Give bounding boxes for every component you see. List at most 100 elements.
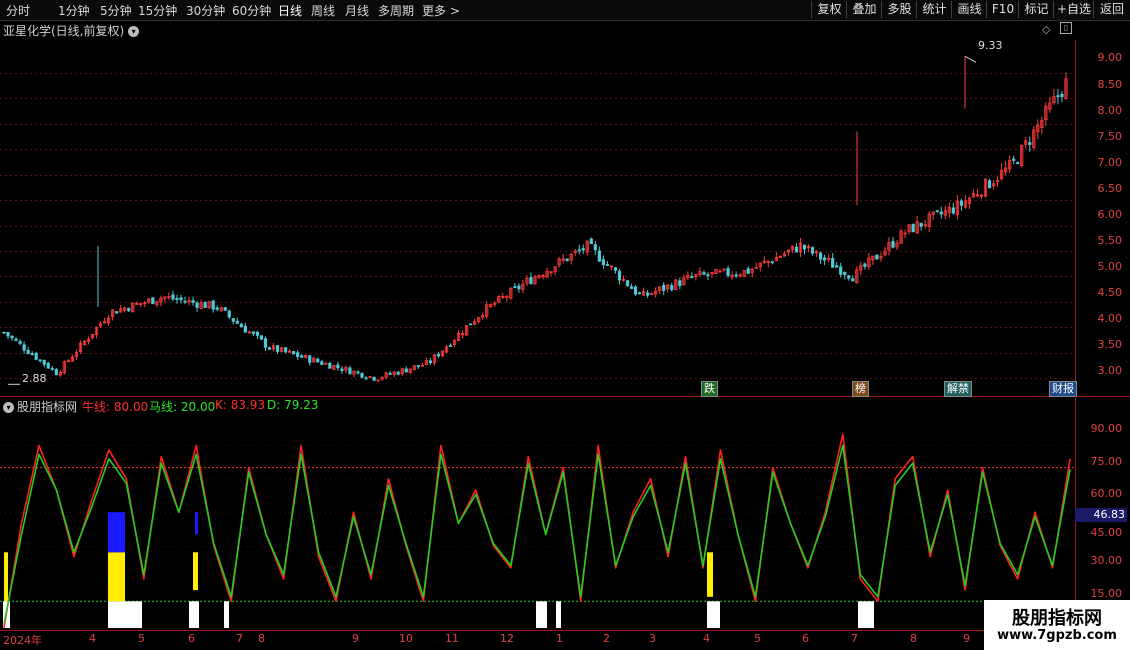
event-marker-report[interactable]: 财报 xyxy=(1049,381,1077,397)
indicator-tick: 45.00 xyxy=(1090,526,1123,539)
signal-bar xyxy=(556,601,561,628)
candle-body xyxy=(239,323,243,328)
candle-body xyxy=(670,285,674,291)
candle-body xyxy=(513,286,517,289)
candle-body xyxy=(267,347,272,350)
indicator-name: 股朋指标网 xyxy=(17,400,78,414)
event-marker-unlock[interactable]: 解禁 xyxy=(944,381,972,397)
candle-body xyxy=(529,277,533,285)
bull-line-label: 牛线: 80.00 xyxy=(82,400,149,414)
price-tick: 4.50 xyxy=(1097,286,1123,299)
candle-body xyxy=(416,365,420,367)
price-tick: 3.50 xyxy=(1097,338,1123,351)
candle-body xyxy=(275,345,280,353)
candle-body xyxy=(810,247,815,254)
event-marker-fall[interactable]: 跌 xyxy=(701,381,718,397)
candle-body xyxy=(195,302,199,308)
month-label: 6 xyxy=(802,632,809,645)
yellow-signal-block xyxy=(707,552,713,597)
candle-body xyxy=(223,307,227,311)
candle-body xyxy=(34,352,38,360)
month-label: 5 xyxy=(138,632,145,645)
watermark-url: www.7gpzb.com xyxy=(997,628,1117,643)
candle-body xyxy=(726,268,730,276)
candle-body xyxy=(38,359,42,362)
candle-body xyxy=(577,249,581,252)
candle-body xyxy=(259,335,264,340)
candle-body xyxy=(662,284,666,291)
candle-body xyxy=(633,286,638,295)
candle-body xyxy=(613,267,618,271)
candle-body xyxy=(316,358,320,363)
candle-body xyxy=(770,261,774,264)
signal-bar xyxy=(224,601,229,628)
low-price-label: 2.88 xyxy=(22,372,47,385)
candlestick-chart xyxy=(0,55,1130,631)
d-value-label: D: 79.23 xyxy=(267,398,319,412)
month-label: 9 xyxy=(352,632,359,645)
candle-body xyxy=(911,223,915,233)
price-tick: 8.50 xyxy=(1097,78,1123,91)
high-price-label: 9.33 xyxy=(978,39,1003,52)
candle-body xyxy=(843,272,847,276)
candle-body xyxy=(593,244,597,251)
candle-body xyxy=(823,257,827,261)
candle-body xyxy=(127,308,131,312)
yellow-signal-block xyxy=(4,552,8,602)
month-label: 4 xyxy=(703,632,710,645)
blue-signal-block xyxy=(195,512,198,535)
candle-body xyxy=(919,222,923,227)
candle-body xyxy=(243,325,247,333)
candle-body xyxy=(794,246,799,253)
candle-body xyxy=(328,362,332,369)
candle-body xyxy=(251,331,256,334)
price-tick: 9.00 xyxy=(1097,51,1123,64)
k-line xyxy=(3,433,1071,629)
event-marker-rank[interactable]: 榜 xyxy=(852,381,869,397)
month-label: 10 xyxy=(399,632,413,645)
month-label: 5 xyxy=(754,632,761,645)
signal-bar xyxy=(108,601,142,628)
candle-body xyxy=(702,272,706,275)
indicator-tick: 30.00 xyxy=(1090,554,1123,567)
candle-body xyxy=(1060,93,1064,98)
candle-body xyxy=(935,210,939,213)
candle-body xyxy=(746,268,750,274)
signal-bar xyxy=(858,601,874,628)
candle-body xyxy=(203,302,207,308)
candle-body xyxy=(300,355,304,358)
candle-body xyxy=(951,207,955,214)
candle-body xyxy=(637,292,642,295)
candle-body xyxy=(404,368,408,373)
candle-body xyxy=(847,275,851,279)
indicator-tick: 15.00 xyxy=(1090,587,1123,600)
month-label: 2 xyxy=(603,632,610,645)
candle-body xyxy=(839,266,843,275)
candle-body xyxy=(565,258,569,262)
indicator-panel-title: ▾ 股朋指标网 xyxy=(3,398,77,415)
signal-bar xyxy=(536,601,547,628)
candle-body xyxy=(14,338,18,341)
indicator-tick: 60.00 xyxy=(1090,487,1123,500)
candle-body xyxy=(372,376,376,381)
candle-body xyxy=(292,351,296,355)
chevron-down-icon[interactable]: ▾ xyxy=(3,402,14,413)
candle-body xyxy=(2,331,6,334)
month-label: 12 xyxy=(500,632,514,645)
indicator-tick: 75.00 xyxy=(1090,455,1123,468)
candle-body xyxy=(1012,158,1016,161)
candle-body xyxy=(987,180,992,189)
signal-bar xyxy=(707,601,720,628)
candle-body xyxy=(42,359,46,365)
candle-body xyxy=(10,335,14,339)
candle-body xyxy=(151,297,155,305)
month-label: 3 xyxy=(649,632,656,645)
candle-body xyxy=(30,353,34,355)
price-axis: 9.00 8.50 8.00 7.50 7.00 6.50 6.00 5.50 … xyxy=(1075,40,1130,396)
watermark-title: 股朋指标网 xyxy=(1012,608,1102,629)
price-tick: 6.50 xyxy=(1097,182,1123,195)
candle-body xyxy=(678,280,682,287)
month-label: 7 xyxy=(236,632,243,645)
candle-body xyxy=(22,344,26,351)
candle-body xyxy=(388,372,392,375)
